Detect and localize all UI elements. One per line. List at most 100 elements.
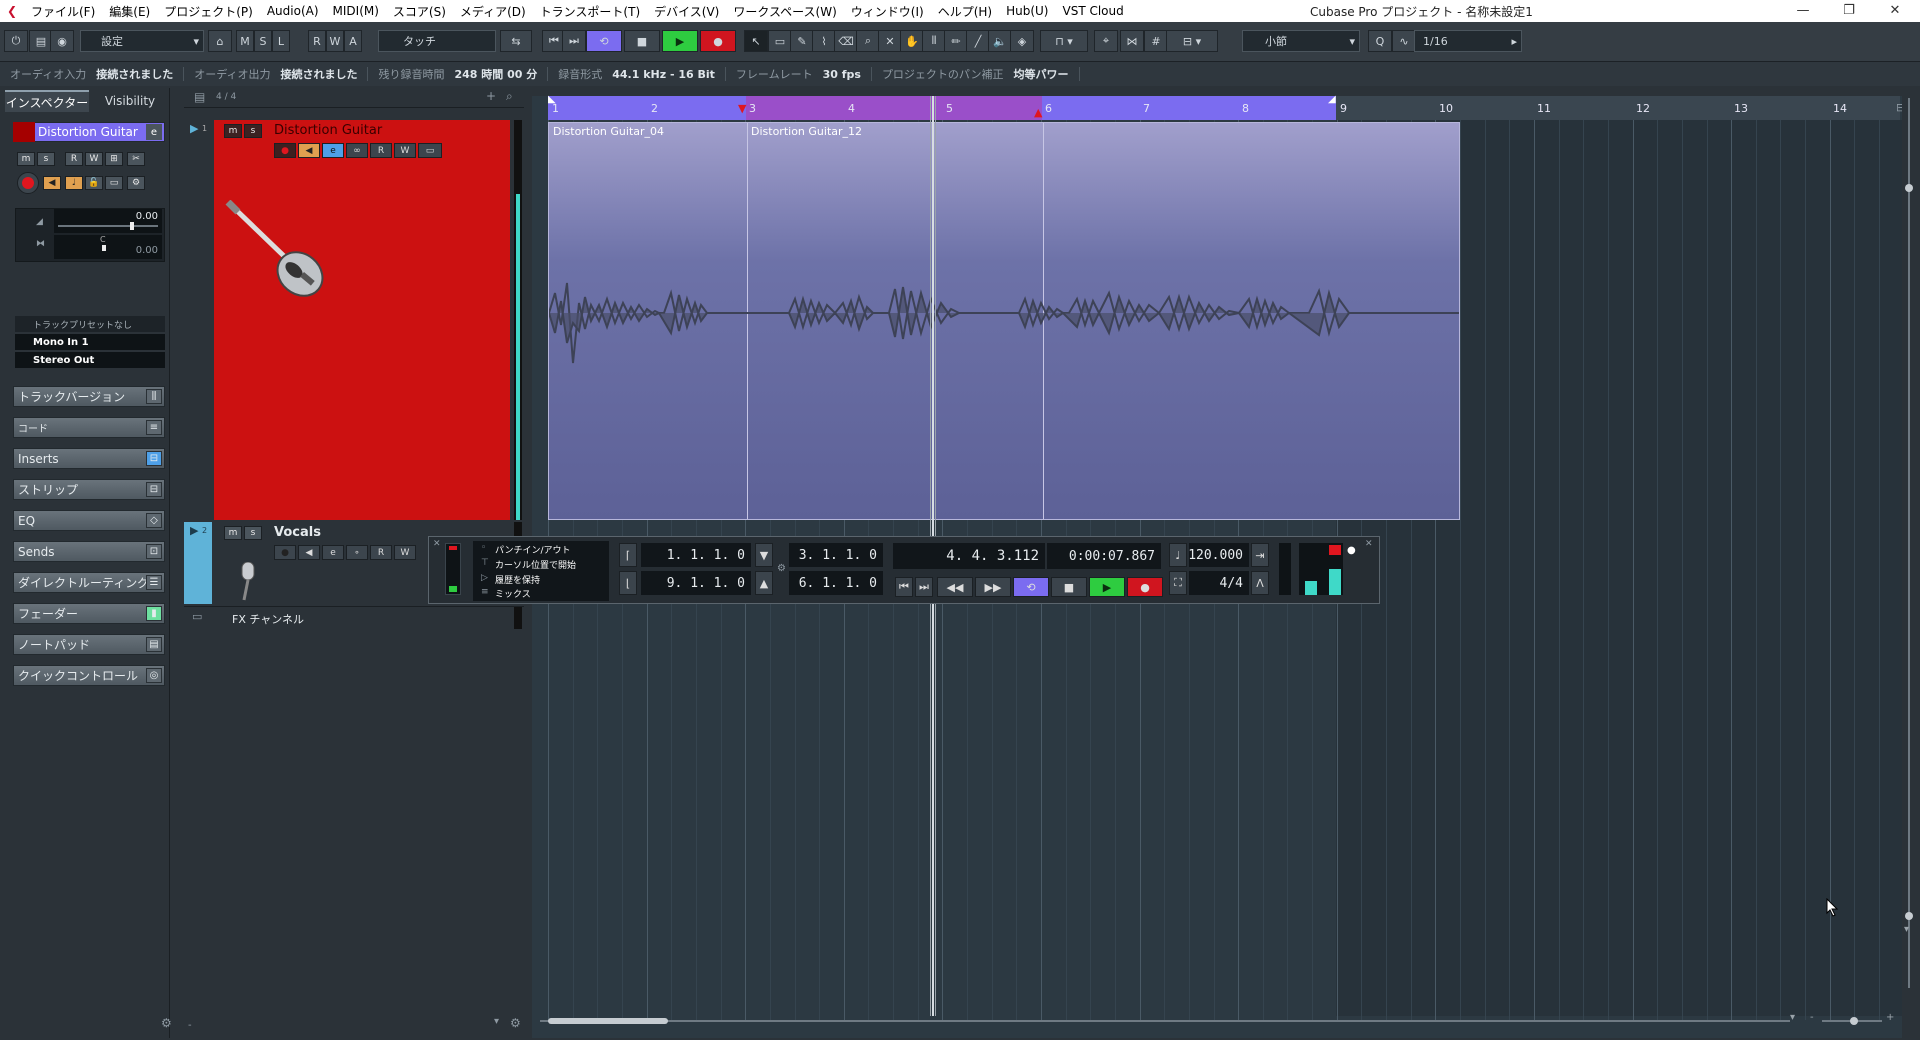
automation-mode-select[interactable]: タッチ <box>378 30 496 52</box>
expand-icon[interactable]: ▶ <box>190 122 198 135</box>
track-record-button[interactable]: ● <box>274 143 296 158</box>
line-tool-icon[interactable]: ╱ <box>966 30 990 52</box>
chevron-down-icon[interactable]: ▾ <box>494 1016 499 1027</box>
solo-button[interactable]: s <box>37 152 55 166</box>
loop-start-button[interactable]: ▼ <box>755 543 773 567</box>
vertical-scrollbar[interactable]: ▾ <box>1902 98 1916 1018</box>
menu-transport[interactable]: トランスポート(T) <box>533 3 647 20</box>
menu-audio[interactable]: Audio(A) <box>260 4 326 18</box>
track-write-button[interactable]: W <box>394 545 416 560</box>
snap-type-icon[interactable]: ⋈ <box>1120 30 1144 52</box>
vzoom-handle[interactable] <box>1905 912 1913 920</box>
click-button[interactable]: Λ <box>1251 571 1269 595</box>
volume-handle[interactable] <box>130 222 134 230</box>
track-link-icon[interactable]: ∘ <box>346 545 368 560</box>
zoom-slider-plus-icon[interactable]: + <box>1886 1012 1894 1023</box>
cycle-button[interactable]: ⟲ <box>1013 577 1049 597</box>
track-read-button[interactable]: R <box>370 545 392 560</box>
global-solo-button[interactable]: S <box>254 30 272 52</box>
stop-button[interactable]: ■ <box>1051 577 1087 597</box>
close-icon[interactable]: ✕ <box>1872 0 1918 22</box>
section-direct-routing[interactable]: ダイレクトルーティング ☰ <box>13 572 165 593</box>
track-solo-button[interactable]: s <box>244 526 262 540</box>
gear-icon[interactable]: ⚙ <box>510 1016 521 1030</box>
section-chords[interactable]: コード ≡ <box>13 417 165 438</box>
metronome-icon[interactable]: ⛶ <box>1169 571 1187 595</box>
input-routing[interactable]: Mono In 1 <box>15 334 165 350</box>
restore-icon[interactable]: ❐ <box>1826 0 1872 22</box>
tab-visibility[interactable]: Visibility <box>91 90 169 112</box>
grid-icon[interactable]: # <box>1144 30 1168 52</box>
mix-icon[interactable]: ≡ <box>481 587 489 597</box>
iterative-quantize-icon[interactable]: ∿ <box>1392 30 1416 52</box>
track-preset-field[interactable]: トラックプリセットなし <box>15 316 165 332</box>
go-end-icon[interactable]: ⏭ <box>562 30 586 52</box>
menu-vst-cloud[interactable]: VST Cloud <box>1056 4 1131 18</box>
hscroll-thumb[interactable] <box>548 1018 668 1024</box>
loop-start-field[interactable]: 3. 1. 1. 0 <box>789 543 883 567</box>
record-button[interactable]: ● <box>700 30 736 52</box>
monitor-button[interactable]: ◀ <box>43 176 61 190</box>
tempo-track-button[interactable]: ♩ <box>1169 543 1187 567</box>
track-edit-button[interactable]: e <box>322 545 344 560</box>
left-locator-button[interactable]: ⌈ <box>619 543 637 567</box>
forward-button[interactable]: ▶▶ <box>975 577 1011 597</box>
loop-settings-icon[interactable]: ⚙ <box>777 563 786 574</box>
menu-window[interactable]: ウィンドウ(I) <box>844 3 931 20</box>
track-monitor-button[interactable]: ◀ <box>298 545 320 560</box>
cursor-start-icon[interactable]: ⊤ <box>481 558 489 568</box>
nudge-select[interactable]: ⊓ ▾ <box>1040 30 1088 52</box>
snap-mode-select[interactable]: ⊟ ▾ <box>1166 30 1218 52</box>
object-select-tool-icon[interactable]: ↖ <box>744 30 768 52</box>
menu-file[interactable]: ファイル(F) <box>24 3 102 20</box>
mute-button[interactable]: m <box>17 152 35 166</box>
snap-icon[interactable]: ⌖ <box>1094 30 1118 52</box>
menu-edit[interactable]: 編集(E) <box>102 3 157 20</box>
list-icon[interactable]: ▤ <box>194 90 205 104</box>
track-edit-button[interactable]: e <box>322 143 344 158</box>
camera-icon[interactable]: ⌂ <box>208 30 232 52</box>
punch-in-label[interactable]: パンチイン/アウト <box>495 543 570 556</box>
loop-end-field[interactable]: 6. 1. 1. 0 <box>789 571 883 595</box>
right-locator-icon[interactable]: ◢ <box>1328 94 1336 105</box>
preset-select[interactable]: 設定 ▾ <box>80 30 204 52</box>
mute-tool-icon[interactable]: ✕ <box>878 30 902 52</box>
position-bars-display[interactable]: 4. 4. 3.112 <box>893 543 1045 569</box>
track-record-button[interactable]: ● <box>274 545 296 560</box>
chevron-down-icon[interactable]: ▾ <box>1904 924 1909 935</box>
horizontal-scrollbar[interactable]: ▾ - + <box>540 1012 1900 1026</box>
menu-midi[interactable]: MIDI(M) <box>326 4 386 18</box>
quantize-preset-select[interactable]: 1/16 ▸ <box>1414 30 1522 52</box>
track-monitor-button[interactable]: ◀ <box>298 143 320 158</box>
loop-end-button[interactable]: ▲ <box>755 571 773 595</box>
lanes-icon[interactable]: ⊞ <box>105 152 123 166</box>
erase-tool-icon[interactable]: ⌫ <box>834 30 858 52</box>
punch-range[interactable] <box>746 96 1042 120</box>
range-tool-icon[interactable]: ▭ <box>768 30 792 52</box>
write-automation-button[interactable]: W <box>85 152 103 166</box>
section-sends[interactable]: Sends ⊡ <box>13 541 165 562</box>
mix-label[interactable]: ミックス <box>495 587 531 600</box>
track-lanes-icon[interactable]: ▭ <box>418 143 442 158</box>
left-locator-field[interactable]: 1. 1. 1. 0 <box>641 543 751 567</box>
section-notepad[interactable]: ノートパッド ▤ <box>13 634 165 655</box>
audio-event-block[interactable]: Distortion Guitar_04 Distortion Guitar_1… <box>548 122 1460 520</box>
menu-project[interactable]: プロジェクト(P) <box>157 3 260 20</box>
volume-fader[interactable]: 0.00 <box>54 209 162 233</box>
menu-help[interactable]: ヘルプ(H) <box>931 3 999 20</box>
menu-score[interactable]: スコア(S) <box>386 3 453 20</box>
zoom-slider-minus-icon[interactable]: - <box>1810 1012 1814 1023</box>
cursor-start-label[interactable]: カーソル位置で開始 <box>495 558 576 571</box>
keep-history-label[interactable]: 履歴を保持 <box>495 573 540 586</box>
inspector-track-name[interactable]: Distortion Guitar e <box>13 122 165 142</box>
automation-button[interactable]: A <box>344 30 362 52</box>
rec-format-value[interactable]: 44.1 kHz - 16 Bit <box>612 68 715 81</box>
color-tool-icon[interactable]: ◈ <box>1010 30 1034 52</box>
quantize-icon[interactable]: Q <box>1368 30 1392 52</box>
menu-media[interactable]: メディア(D) <box>453 3 533 20</box>
right-locator-field[interactable]: 9. 1. 1. 0 <box>641 571 751 595</box>
settings-icon[interactable]: ⚙ <box>127 176 145 190</box>
menu-devices[interactable]: デバイス(V) <box>647 3 726 20</box>
track-name[interactable]: FX チャンネル <box>232 611 304 627</box>
keep-history-icon[interactable]: ▷ <box>481 573 488 583</box>
